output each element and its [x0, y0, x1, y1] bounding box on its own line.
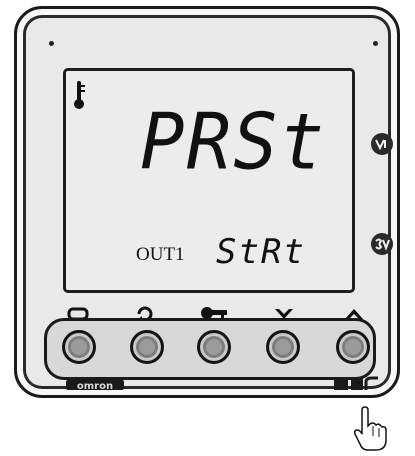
omron-logo: omron: [66, 380, 124, 392]
corner-dot: [373, 41, 378, 46]
protect-key[interactable]: [197, 330, 231, 364]
up-key[interactable]: [336, 330, 370, 364]
set-value-display: StRt: [216, 232, 306, 272]
temperature-controller-panel: PRSt OUT1 StRt omron: [0, 0, 415, 456]
output-indicator-label: OUT1: [136, 244, 185, 265]
thermometer-icon: [74, 81, 85, 109]
hand-pointer-icon: [354, 406, 387, 451]
model-logo: [334, 376, 378, 390]
process-value-display: PRSt: [140, 96, 327, 188]
level-key[interactable]: [62, 330, 96, 364]
corner-dot: [49, 41, 54, 46]
sv-indicator-icon: [371, 233, 393, 255]
down-key[interactable]: [266, 330, 300, 364]
svg-text:omron: omron: [77, 381, 113, 392]
pv-indicator-icon: [371, 133, 393, 155]
mode-key[interactable]: [130, 330, 164, 364]
